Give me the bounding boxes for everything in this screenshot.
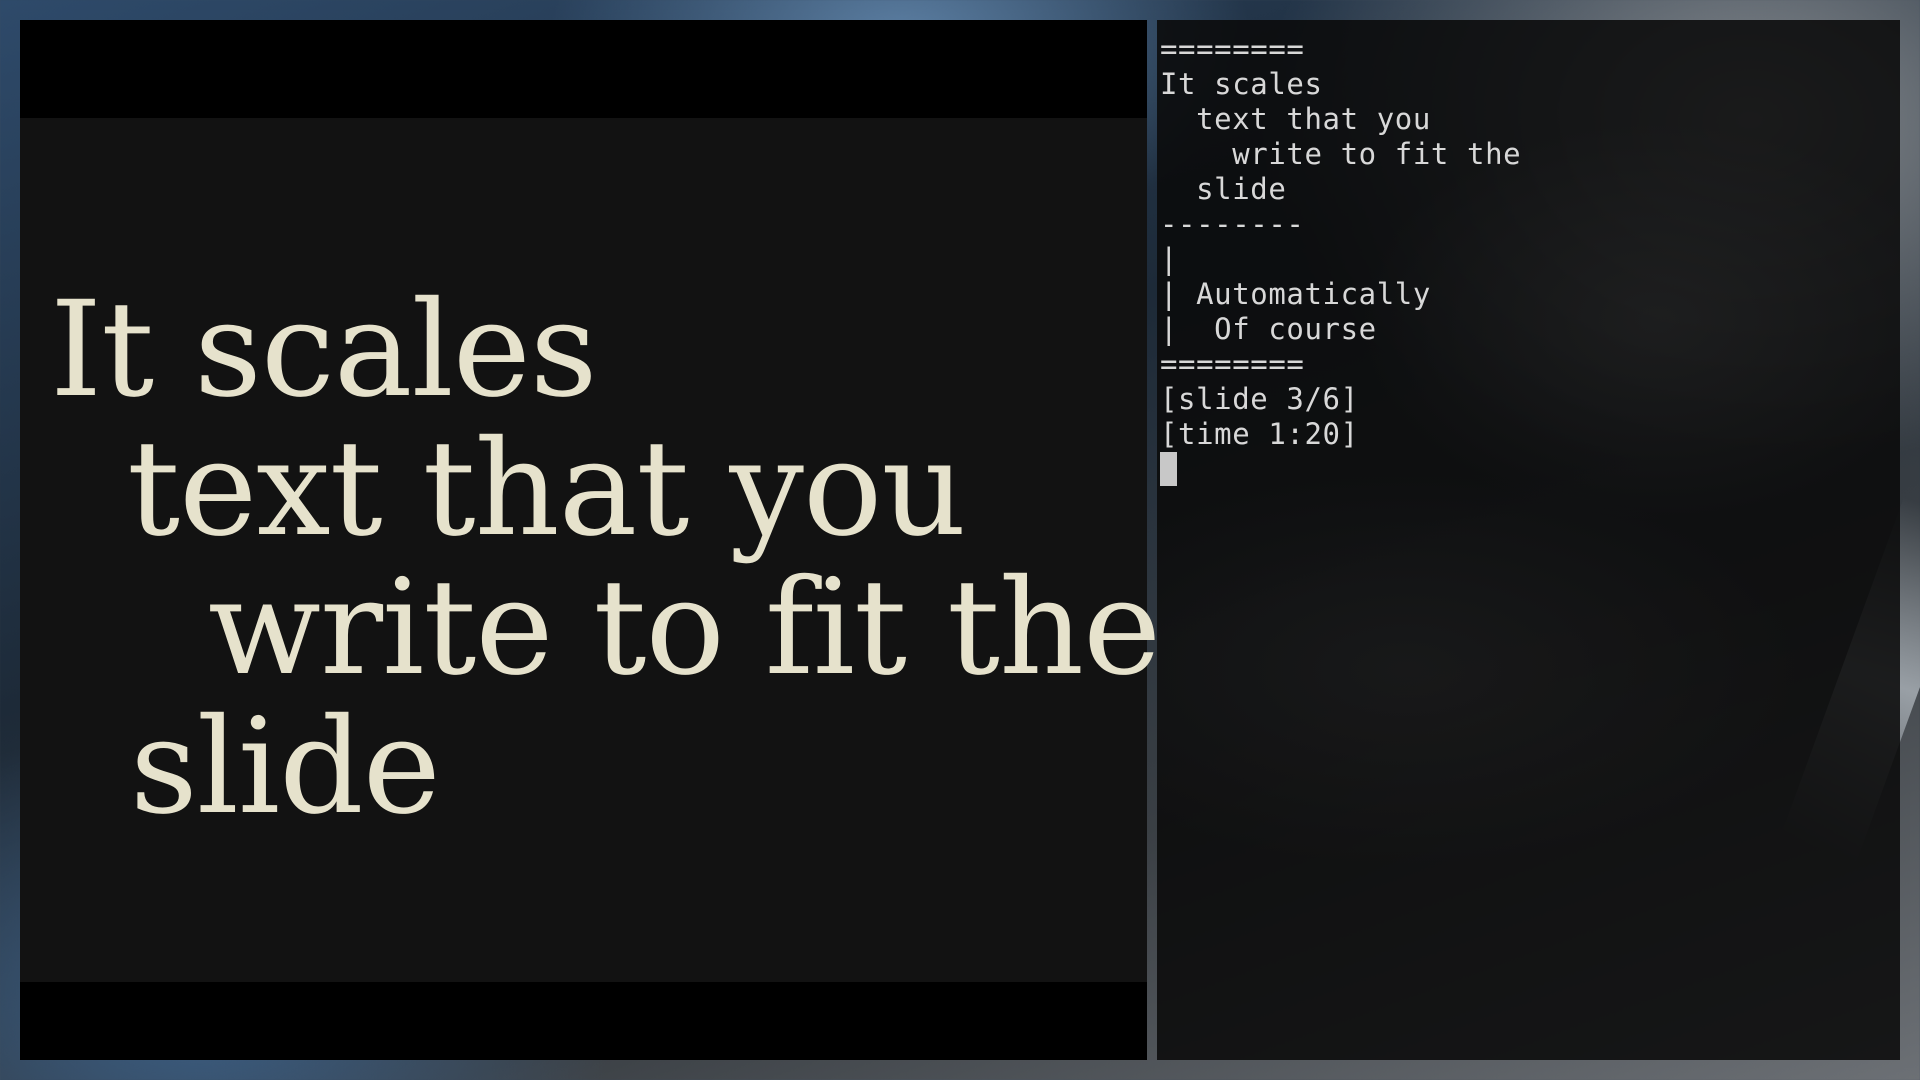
slide-canvas: It scales text that you write to fit the… <box>20 118 1161 982</box>
terminal-slide-text-1: It scales <box>1160 67 1323 101</box>
slide-line-2: text that you <box>127 412 966 566</box>
slide-window: It scales text that you write to fit the… <box>20 20 1161 1060</box>
slide-line-4: slide <box>130 690 441 844</box>
terminal-slide-text-2: text that you <box>1160 102 1431 136</box>
slide-line-1: It scales <box>50 273 598 427</box>
terminal-separator-top: ======== <box>1160 32 1305 66</box>
terminal-separator-mid: -------- <box>1160 207 1305 241</box>
terminal-cursor[interactable] <box>1160 452 1177 486</box>
terminal-notes-3: | Of course <box>1160 312 1377 346</box>
terminal-separator-bottom: ======== <box>1160 347 1305 381</box>
terminal-timer: [time 1:20] <box>1160 417 1359 451</box>
terminal-notes-2: | Automatically <box>1160 277 1431 311</box>
terminal-slide-text-3: write to fit the <box>1160 137 1522 171</box>
slide-line-3: write to fit the <box>208 551 1161 705</box>
terminal-window[interactable]: ======== It scales text that you write t… <box>1157 20 1900 1060</box>
terminal-slide-counter: [slide 3/6] <box>1160 382 1359 416</box>
terminal-notes-1: | <box>1160 242 1179 276</box>
terminal-slide-text-4: slide <box>1160 172 1287 206</box>
